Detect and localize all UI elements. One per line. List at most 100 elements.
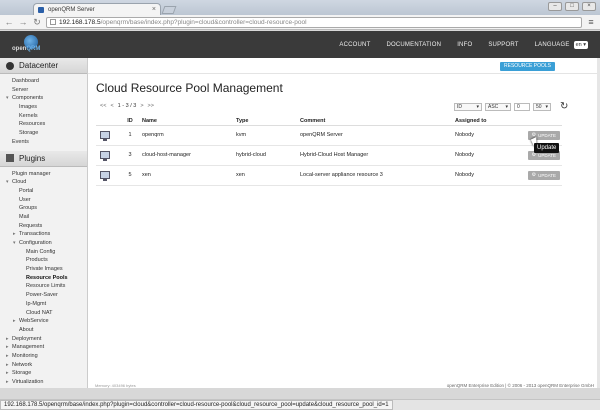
sort-order-select[interactable]: ASC ▾ <box>485 103 511 111</box>
forward-icon[interactable]: → <box>18 17 28 27</box>
language-select[interactable]: en ▾ <box>573 41 588 49</box>
edit-icon: ⚙ <box>531 172 537 178</box>
row-icon-cell <box>96 125 120 146</box>
nav-info[interactable]: INFO <box>457 42 472 48</box>
sidebar-item-cloud-nat[interactable]: Cloud NAT <box>0 309 87 318</box>
sidebar-item-plugin-manager[interactable]: Plugin manager <box>0 170 87 179</box>
sidebar-item-resources[interactable]: Resources <box>0 120 87 129</box>
col-assigned[interactable]: Assigned to <box>455 117 521 126</box>
plugins-section-header[interactable]: Plugins <box>0 150 87 167</box>
favicon-icon <box>38 6 44 13</box>
sidebar-item-storage[interactable]: Storage <box>0 129 87 138</box>
new-tab-button[interactable] <box>161 6 177 14</box>
sidebar-item-mail[interactable]: Mail <box>0 213 87 222</box>
sidebar-item-label: Resources <box>19 121 46 128</box>
sidebar-item-portal[interactable]: Portal <box>0 187 87 196</box>
sidebar-item-monitoring[interactable]: ▸ Monitoring <box>0 352 87 361</box>
limit-select[interactable]: 50 ▾ <box>533 103 551 111</box>
sidebar-item-private-images[interactable]: Private Images <box>0 265 87 274</box>
cell-comment: Local-server appliance resource 3 <box>300 165 455 186</box>
resource-pools-button[interactable]: RESOURCE POOLS <box>500 62 555 71</box>
cell-type: kvm <box>236 125 300 146</box>
col-id[interactable]: ID <box>120 117 140 126</box>
sidebar-item-label: Groups <box>19 205 38 212</box>
back-icon[interactable]: ← <box>4 17 14 27</box>
nav-support[interactable]: SUPPORT <box>488 42 518 48</box>
offset-input[interactable]: 0 <box>514 103 530 111</box>
sort-field-select[interactable]: ID ▾ <box>454 103 482 111</box>
nav-account[interactable]: ACCOUNT <box>339 42 370 48</box>
browser-tab-bar: openQRM Server × – □ × <box>0 0 600 15</box>
memory-usage: Memory: 403496 bytes <box>95 383 136 388</box>
col-type[interactable]: Type <box>236 117 300 126</box>
sidebar-item-virtualization[interactable]: ▸ Virtualization <box>0 378 87 387</box>
cell-assigned: Nobody <box>455 125 521 146</box>
update-button[interactable]: ⚙ UPDATE <box>527 170 560 180</box>
sidebar-item-server[interactable]: Server <box>0 86 87 95</box>
sidebar-item-label: Configuration <box>19 240 52 246</box>
browser-tab[interactable]: openQRM Server × <box>33 3 161 15</box>
datacenter-section-header[interactable]: Datacenter <box>0 58 87 74</box>
sidebar-item-power-saver[interactable]: Power-Saver <box>0 291 87 300</box>
sidebar-item-label: Dashboard <box>12 78 39 84</box>
sidebar-item-groups[interactable]: Groups <box>0 204 87 213</box>
cell-name: openqrm <box>140 125 236 146</box>
update-button-label: UPDATE <box>538 132 556 138</box>
sort-order-value: ASC <box>488 104 499 110</box>
sidebar-item-components[interactable]: ▾ Components <box>0 94 87 103</box>
pager-prev[interactable]: < <box>110 103 113 109</box>
wrench-menu-icon[interactable]: ≡ <box>586 17 596 27</box>
server-icon <box>100 131 110 141</box>
pager-last[interactable]: >> <box>148 103 154 109</box>
sidebar-item-label: About <box>19 326 34 333</box>
sidebar-item-kernels[interactable]: Kernels <box>0 112 87 121</box>
sidebar-item-user[interactable]: User <box>0 196 87 205</box>
reload-icon[interactable]: ↻ <box>32 17 42 27</box>
address-bar[interactable]: 192.168.178.5/openqrm/base/index.php?plu… <box>46 16 582 28</box>
close-tab-icon[interactable]: × <box>152 6 156 13</box>
close-window-icon[interactable]: × <box>582 2 596 11</box>
sidebar-item-dashboard[interactable]: Dashboard <box>0 77 87 86</box>
sidebar-item-main-config[interactable]: Main Config <box>0 248 87 257</box>
pager: << < 1 - 3 / 3 > >> <box>100 103 154 109</box>
col-name[interactable]: Name <box>140 117 236 126</box>
col-comment[interactable]: Comment <box>300 117 455 126</box>
tab-title: openQRM Server <box>48 6 95 13</box>
sidebar-item-images[interactable]: Images <box>0 103 87 112</box>
status-url: 192.168.178.5/openqrm/base/index.php?plu… <box>0 400 393 410</box>
sidebar-item-configuration[interactable]: ▾ Configuration <box>0 239 87 248</box>
offset-value: 0 <box>517 104 520 110</box>
sidebar-item-management[interactable]: ▸ Management <box>0 343 87 352</box>
sidebar-item-label: WebService <box>19 318 49 325</box>
logo-prefix: open <box>12 46 27 52</box>
minimize-icon[interactable]: – <box>548 2 562 11</box>
resource-pool-table: ID Name Type Comment Assigned to 1 openqr… <box>96 117 562 186</box>
cell-type: xen <box>236 165 300 186</box>
sidebar-item-label: Ip-Mgmt <box>26 300 47 307</box>
sidebar-item-storage[interactable]: ▸ Storage <box>0 369 87 378</box>
sidebar-item-products[interactable]: Products <box>0 256 87 265</box>
openqrm-logo[interactable]: openQRM <box>12 35 54 55</box>
copyright: openQRM Enterprise Edition | © 2006 - 20… <box>446 383 594 388</box>
sidebar-item-cloud[interactable]: ▾ Cloud <box>0 178 87 187</box>
sidebar-item-webservice[interactable]: ▸ WebService <box>0 317 87 326</box>
sidebar-item-network[interactable]: ▸ Network <box>0 361 87 370</box>
pager-info: 1 - 3 / 3 <box>117 103 137 109</box>
sidebar-item-transactions[interactable]: ▸ Transactions <box>0 230 87 239</box>
col-action <box>521 117 562 126</box>
pager-first[interactable]: << <box>100 103 106 109</box>
sidebar-item-resource-limits[interactable]: Resource Limits <box>0 282 87 291</box>
maximize-icon[interactable]: □ <box>565 2 579 11</box>
sidebar-item-requests[interactable]: Requests <box>0 222 87 231</box>
sidebar-item-about[interactable]: About <box>0 326 87 335</box>
sidebar-item-events[interactable]: Events <box>0 138 87 147</box>
refresh-icon[interactable]: ↻ <box>560 102 568 112</box>
sidebar-item-deployment[interactable]: ▸ Deployment <box>0 335 87 344</box>
row-icon-cell <box>96 165 120 186</box>
nav-documentation[interactable]: DOCUMENTATION <box>386 42 441 48</box>
sidebar-item-resource-pools[interactable]: Resource Pools <box>0 274 87 283</box>
pager-next[interactable]: > <box>140 103 143 109</box>
cell-id: 1 <box>120 125 140 146</box>
sidebar-item-label: Products <box>26 257 48 264</box>
sidebar-item-ip-mgmt[interactable]: Ip-Mgmt <box>0 300 87 309</box>
